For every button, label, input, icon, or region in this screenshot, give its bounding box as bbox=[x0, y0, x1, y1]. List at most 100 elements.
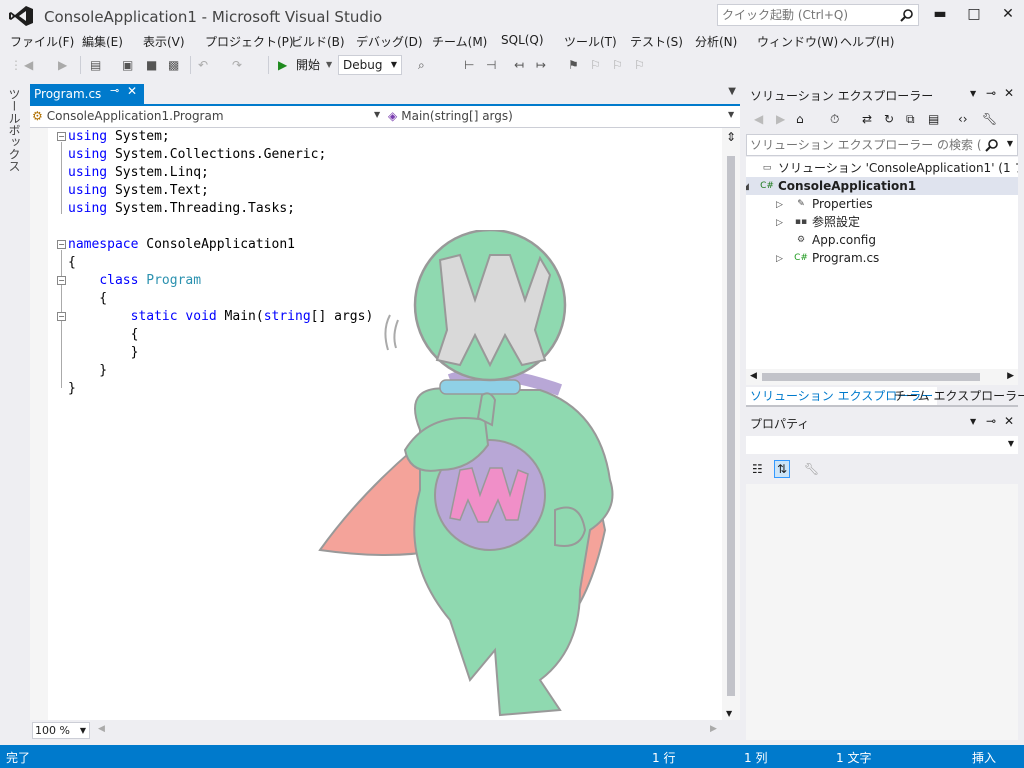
collapse-icon[interactable]: − bbox=[57, 132, 66, 141]
code-line[interactable]: using System.Linq; bbox=[68, 164, 373, 182]
pending-changes-icon[interactable]: ⏱ bbox=[830, 112, 839, 127]
menu-file[interactable]: ファイル(F) bbox=[10, 33, 74, 50]
close-icon[interactable]: ✕ bbox=[1004, 414, 1014, 428]
collapse-icon[interactable]: − bbox=[57, 276, 66, 285]
collapse-arrow-icon[interactable]: ◢ bbox=[746, 178, 749, 196]
expand-arrow-icon[interactable]: ▷ bbox=[776, 196, 783, 214]
save-icon[interactable]: ■ bbox=[146, 56, 157, 74]
menu-sql[interactable]: SQL(Q) bbox=[501, 33, 544, 47]
pin-icon[interactable]: ⊸ bbox=[986, 414, 996, 428]
quick-launch-input[interactable] bbox=[722, 7, 892, 23]
solution-config-select[interactable]: Debug ▼ bbox=[338, 55, 402, 75]
chevron-down-icon[interactable]: ▼ bbox=[1007, 139, 1013, 148]
back-icon[interactable]: ◀ bbox=[24, 56, 33, 74]
comment-icon[interactable]: ⊢ bbox=[464, 56, 474, 74]
menu-project[interactable]: プロジェクト(P) bbox=[205, 33, 294, 50]
menu-analyze[interactable]: 分析(N) bbox=[695, 33, 737, 50]
home-icon[interactable]: ⌂ bbox=[796, 112, 804, 126]
menu-help[interactable]: ヘルプ(H) bbox=[840, 33, 894, 50]
next-bookmark-icon[interactable]: ⚐ bbox=[612, 56, 623, 74]
indent-icon[interactable]: ↦ bbox=[536, 56, 546, 74]
menu-test[interactable]: テスト(S) bbox=[630, 33, 683, 50]
start-button-label[interactable]: 開始 bbox=[296, 56, 320, 74]
forward-icon[interactable]: ▶ bbox=[776, 112, 785, 126]
pin-icon[interactable]: ⊸ bbox=[110, 84, 119, 97]
type-dropdown[interactable]: ⚙ ConsoleApplication1.Program bbox=[32, 107, 382, 126]
chevron-down-icon[interactable]: ▼ bbox=[970, 89, 976, 98]
outdent-icon[interactable]: ↤ bbox=[514, 56, 524, 74]
collapse-icon[interactable]: − bbox=[57, 312, 66, 321]
menu-build[interactable]: ビルド(B) bbox=[291, 33, 345, 50]
chevron-down-icon[interactable]: ▼ bbox=[970, 417, 976, 426]
collapse-all-icon[interactable]: ⧉ bbox=[906, 112, 915, 127]
menu-view[interactable]: 表示(V) bbox=[143, 33, 185, 50]
zoom-level-select[interactable]: 100 % ▼ bbox=[32, 722, 90, 739]
minimize-button[interactable]: ▬ bbox=[926, 3, 954, 25]
pin-icon[interactable]: ⊸ bbox=[986, 86, 996, 100]
code-line[interactable]: using System; bbox=[68, 128, 373, 146]
menu-window[interactable]: ウィンドウ(W) bbox=[757, 33, 838, 50]
refresh-icon[interactable]: ↻ bbox=[884, 112, 894, 126]
solution-horizontal-scrollbar[interactable]: ◀ ▶ bbox=[746, 369, 1018, 385]
view-code-icon[interactable]: ‹› bbox=[958, 112, 968, 126]
save-all-icon[interactable]: ▩ bbox=[168, 56, 179, 74]
close-icon[interactable]: ✕ bbox=[1004, 86, 1014, 100]
scrollbar-thumb[interactable] bbox=[762, 373, 980, 381]
scroll-down-icon[interactable]: ▼ bbox=[726, 709, 732, 718]
sort-alphabetical-icon[interactable]: ⇅ bbox=[774, 460, 791, 478]
categorized-icon[interactable]: ☷ bbox=[752, 462, 763, 476]
editor-horizontal-scrollbar[interactable]: 100 % ▼ ◀ ▶ bbox=[30, 720, 740, 742]
menu-edit[interactable]: 編集(E) bbox=[82, 33, 123, 50]
bookmark-icon[interactable]: ⚑ bbox=[568, 56, 579, 74]
menu-debug[interactable]: デバッグ(D) bbox=[356, 33, 423, 50]
scroll-right-icon[interactable]: ▶ bbox=[710, 724, 717, 734]
redo-icon[interactable]: ↷ bbox=[232, 56, 242, 74]
uncomment-icon[interactable]: ⊣ bbox=[486, 56, 496, 74]
tree-item[interactable]: ▷ C# Program.cs bbox=[746, 249, 1018, 267]
find-in-files-icon[interactable]: ⌕ bbox=[418, 56, 425, 74]
clear-bookmarks-icon[interactable]: ⚐ bbox=[634, 56, 645, 74]
menu-team[interactable]: チーム(M) bbox=[432, 33, 487, 50]
tree-item[interactable]: ◢ C# ConsoleApplication1 bbox=[746, 177, 1018, 195]
solution-search-input[interactable] bbox=[750, 137, 982, 153]
back-icon[interactable]: ◀ bbox=[754, 112, 763, 126]
menu-tools[interactable]: ツール(T) bbox=[564, 33, 617, 50]
wrench-icon[interactable]: 🔧︎ bbox=[982, 112, 997, 126]
maximize-button[interactable]: □ bbox=[960, 3, 988, 25]
split-icon[interactable]: ⇕ bbox=[726, 130, 736, 144]
start-debug-icon[interactable]: ▶ bbox=[278, 56, 287, 74]
close-button[interactable]: ✕ bbox=[994, 3, 1022, 25]
code-line[interactable]: using System.Text; bbox=[68, 182, 373, 200]
chevron-down-icon[interactable]: ▼ bbox=[728, 86, 736, 97]
undo-icon[interactable]: ↶ bbox=[198, 56, 208, 74]
tree-item[interactable]: ▭ ソリューション 'ConsoleApplication1' (1 プロジェクト… bbox=[746, 159, 1018, 177]
collapse-icon[interactable]: − bbox=[57, 240, 66, 249]
scroll-left-icon[interactable]: ◀ bbox=[98, 724, 105, 734]
solution-search-box[interactable]: ▼ bbox=[746, 134, 1018, 156]
scrollbar-thumb[interactable] bbox=[727, 156, 735, 696]
prev-bookmark-icon[interactable]: ⚐ bbox=[590, 56, 601, 74]
member-dropdown[interactable]: ◈ Main(string[] args) bbox=[388, 107, 728, 126]
code-line[interactable]: using System.Threading.Tasks; bbox=[68, 200, 373, 218]
expand-arrow-icon[interactable]: ▷ bbox=[776, 250, 783, 268]
quick-launch-box[interactable] bbox=[717, 4, 919, 26]
code-line[interactable]: using System.Collections.Generic; bbox=[68, 146, 373, 164]
show-all-files-icon[interactable]: ▤ bbox=[928, 112, 939, 126]
tree-item[interactable]: ⚙ App.config bbox=[746, 231, 1018, 249]
properties-object-select[interactable]: ▼ bbox=[746, 436, 1018, 454]
sync-icon[interactable]: ⇄ bbox=[862, 112, 872, 126]
forward-icon[interactable]: ▶ bbox=[58, 56, 67, 74]
expand-arrow-icon[interactable]: ▷ bbox=[776, 214, 783, 232]
tree-item[interactable]: ▷ ▪▪ 参照設定 bbox=[746, 213, 1018, 231]
tab-team-explorer[interactable]: チーム エクスプローラー bbox=[890, 387, 1024, 405]
new-project-icon[interactable]: ▤ bbox=[90, 56, 101, 74]
wrench-icon[interactable]: 🔧︎ bbox=[804, 462, 819, 476]
scroll-left-icon[interactable]: ◀ bbox=[750, 371, 757, 381]
scroll-right-icon[interactable]: ▶ bbox=[1007, 371, 1014, 381]
editor-vertical-scrollbar[interactable]: ⇕ ▼ bbox=[722, 128, 740, 720]
open-file-icon[interactable]: ▣ bbox=[122, 56, 133, 74]
toolbox-tab[interactable]: ツールボックス bbox=[6, 88, 23, 172]
tree-item[interactable]: ▷ ✎ Properties bbox=[746, 195, 1018, 213]
close-icon[interactable]: ✕ bbox=[127, 84, 137, 98]
chevron-down-icon[interactable]: ▼ bbox=[326, 56, 332, 74]
